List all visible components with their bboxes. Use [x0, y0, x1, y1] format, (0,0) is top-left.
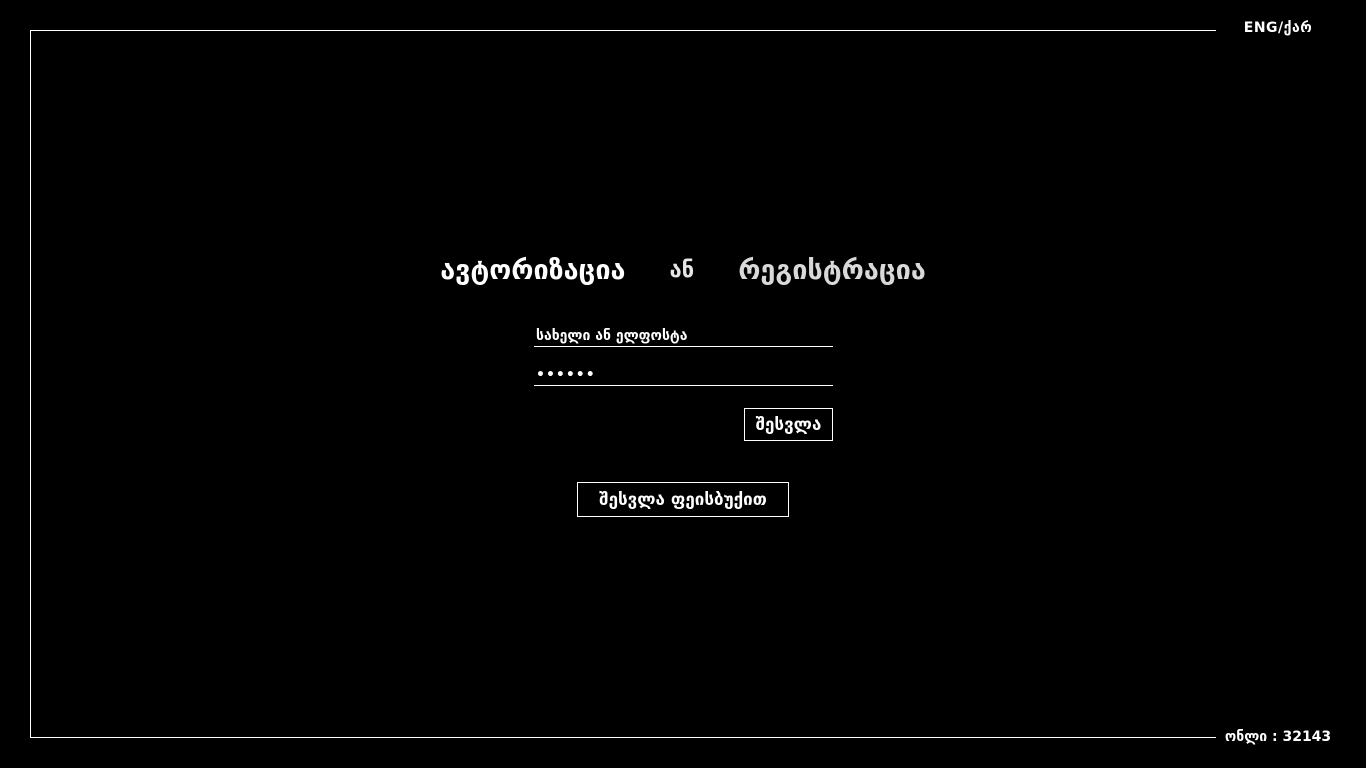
facebook-login-button[interactable]: შესვლა ფეისბუქით — [577, 482, 789, 517]
login-page: ENG/ქარ ავტორიზაცია ან რეგისტრაცია შესვლ… — [0, 0, 1366, 768]
frame-border-bottom — [30, 737, 1216, 738]
username-input[interactable] — [534, 325, 833, 347]
online-counter: ონლი : 32143 — [1224, 729, 1332, 745]
login-button[interactable]: შესვლა — [744, 408, 833, 441]
password-input[interactable] — [534, 364, 833, 386]
frame-border-left — [30, 30, 31, 737]
tab-login[interactable]: ავტორიზაცია — [440, 255, 625, 286]
tabs-separator: ან — [669, 257, 695, 283]
tab-register[interactable]: რეგისტრაცია — [738, 255, 926, 286]
auth-tabs: ავტორიზაცია ან რეგისტრაცია — [420, 248, 946, 292]
language-switch[interactable]: ENG/ქარ — [1228, 20, 1328, 36]
frame-border-top — [30, 30, 1216, 31]
